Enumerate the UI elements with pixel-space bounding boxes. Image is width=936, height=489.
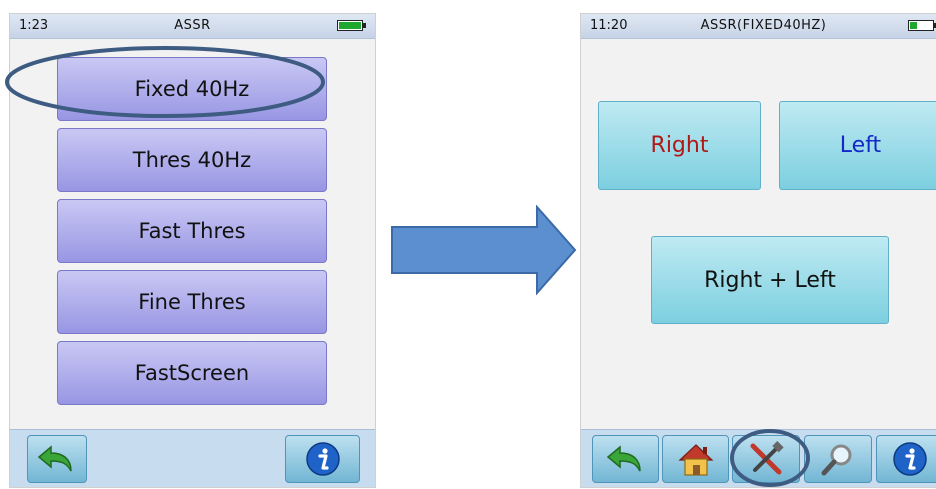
fast-thres-button[interactable]: Fast Thres [57,199,327,263]
button-label: Thres 40Hz [132,148,252,172]
screen-title: ASSR(FIXED40HZ) [700,18,827,33]
screen-title: ASSR [174,18,211,33]
both-ears-button[interactable]: Right + Left [651,236,889,324]
right-device-screen: 11:20 ASSR(FIXED40HZ) Right Left Right +… [580,13,936,488]
button-label: Fast Thres [138,219,246,243]
info-button[interactable] [285,435,360,483]
back-button[interactable] [27,435,87,483]
highlight-oval [730,429,810,487]
button-label: Right [650,133,709,158]
search-icon [821,444,852,476]
right-ear-button[interactable]: Right [598,101,761,190]
thres-40hz-button[interactable]: Thres 40Hz [57,128,327,192]
fine-thres-button[interactable]: Fine Thres [57,270,327,334]
info-icon [305,442,340,476]
battery-icon [337,20,366,31]
status-bar: 11:20 ASSR(FIXED40HZ) [581,14,936,39]
back-button[interactable] [592,435,659,483]
button-label: Fine Thres [138,290,246,314]
home-icon [677,444,714,476]
search-button[interactable] [804,435,872,483]
back-icon [37,445,72,472]
bottom-toolbar [10,429,375,487]
highlight-oval [5,46,325,118]
button-label: Left [839,133,882,158]
battery-level [910,22,917,29]
fastscreen-button[interactable]: FastScreen [57,341,327,405]
info-icon [892,442,927,476]
info-button[interactable] [876,435,936,483]
left-ear-button[interactable]: Left [779,101,936,190]
status-bar: 1:23 ASSR [10,14,375,39]
battery-level [339,22,361,29]
button-label: FastScreen [134,361,250,385]
battery-icon [908,20,936,31]
home-button[interactable] [662,435,729,483]
arrow-right-icon [391,205,577,295]
button-label: Right + Left [704,267,836,293]
back-icon [606,445,641,472]
